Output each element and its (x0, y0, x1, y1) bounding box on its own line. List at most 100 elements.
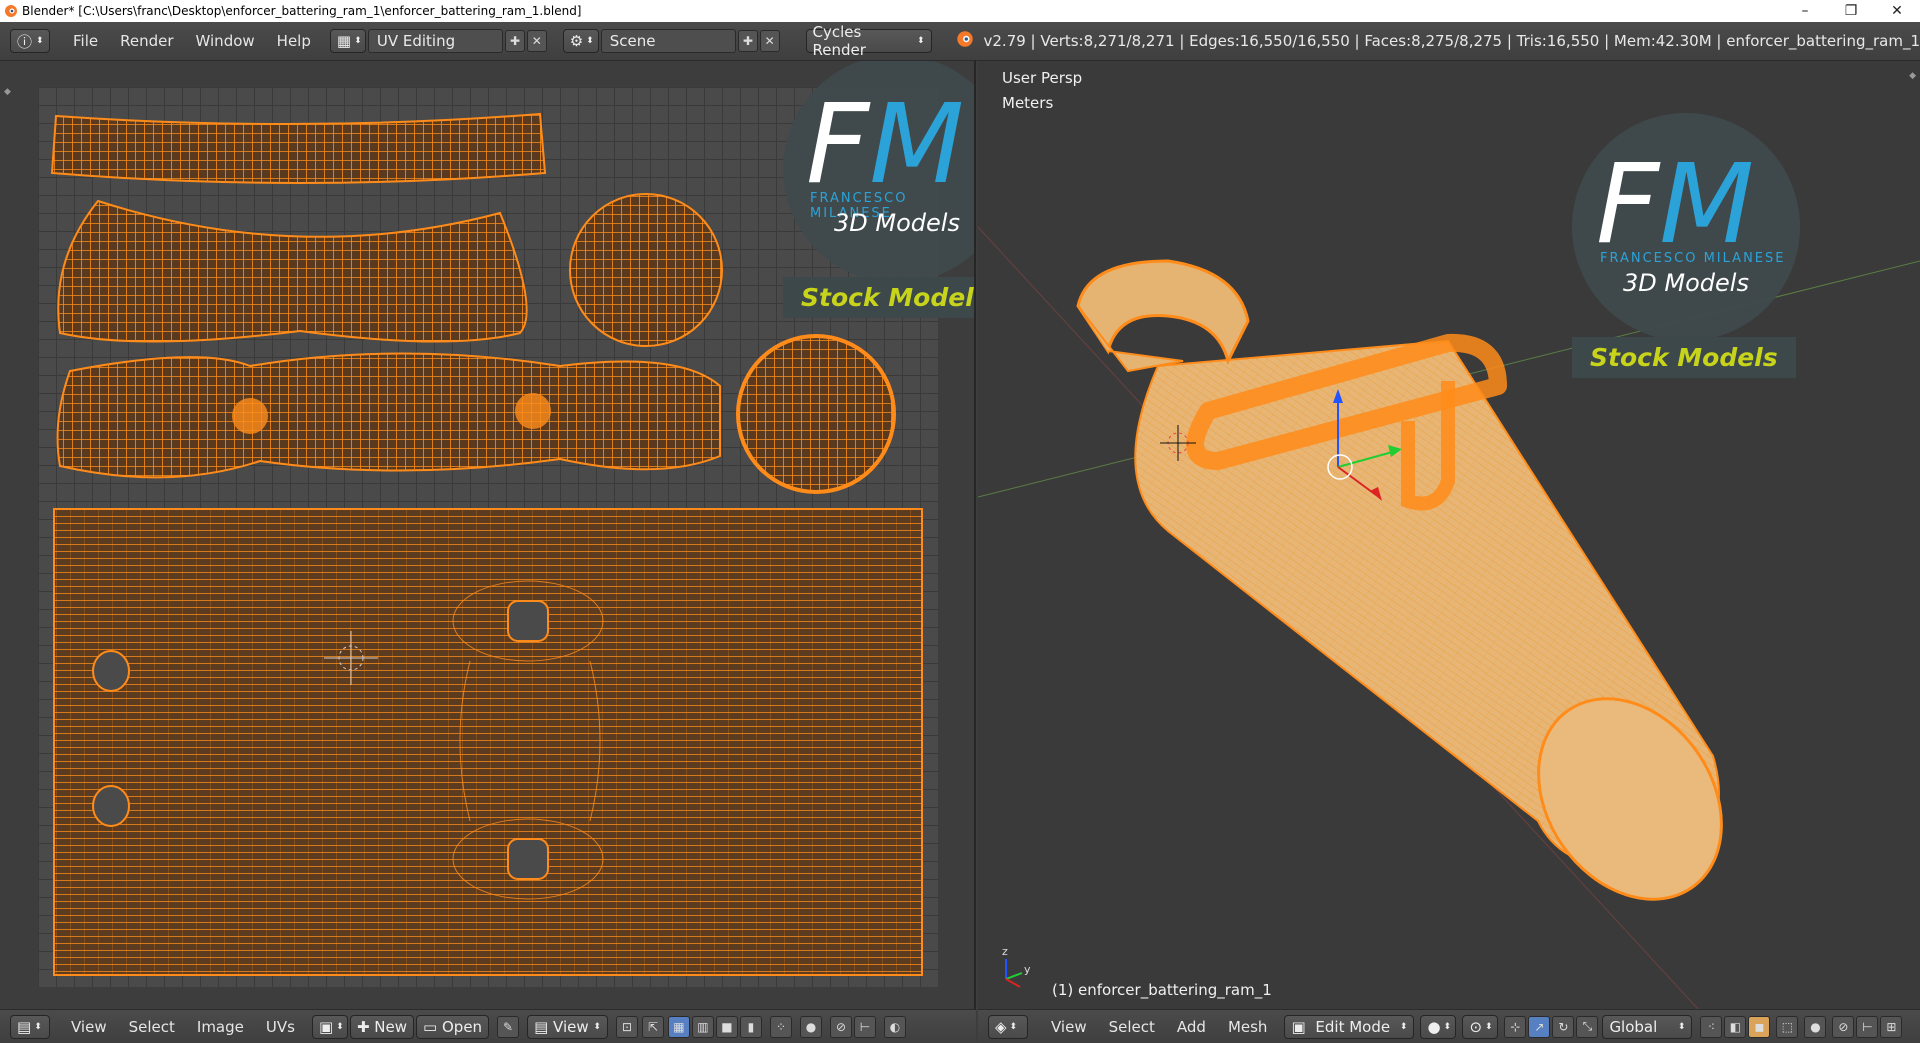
snap-icon[interactable]: ⊘ (829, 1015, 852, 1038)
restore-button[interactable]: ❐ (1828, 3, 1874, 19)
uv-menu-select[interactable]: Select (118, 1018, 186, 1036)
face-select-mode-icon[interactable]: ◼ (1748, 1015, 1771, 1038)
folder-icon: ▭ (423, 1017, 438, 1036)
vp-menu-select[interactable]: Select (1098, 1018, 1166, 1036)
snap-target-icon[interactable]: ⊞ (1880, 1015, 1903, 1038)
uv-menu-image[interactable]: Image (186, 1018, 255, 1036)
image-browse-dropdown[interactable]: ▣ ⬍ (311, 1014, 348, 1039)
uv-menu-uvs[interactable]: UVs (255, 1018, 306, 1036)
pivot-dropdown[interactable]: ⊙ ⬍ (1462, 1014, 1499, 1039)
chevron-updown-icon: ⬍ (1443, 1021, 1452, 1032)
window-title: Blender* [C:\Users\franc\Desktop\enforce… (22, 4, 582, 18)
stock-models-badge: Stock Models (1572, 337, 1796, 378)
fm-logo-subtitle: 3D Models (834, 209, 960, 237)
manipulator-toggle-icon[interactable]: ⊹ (1504, 1015, 1527, 1038)
mode-dropdown[interactable]: ▣ Edit Mode ⬍ (1284, 1014, 1415, 1039)
vp-menu-add[interactable]: Add (1166, 1018, 1217, 1036)
sync-selection-icon[interactable]: ⇱ (641, 1015, 664, 1038)
snap-icon[interactable]: ⊘ (1832, 1015, 1855, 1038)
snap-target-icon[interactable]: ⊢ (853, 1015, 876, 1038)
chevron-updown-icon: ⬍ (34, 1021, 42, 1032)
vertex-select-mode-icon[interactable]: ⁖ (1700, 1015, 1723, 1038)
orientation-dropdown[interactable]: Global ⬍ (1602, 1014, 1693, 1039)
proportional-edit-icon[interactable]: ● (799, 1015, 822, 1038)
screen-layout-selector[interactable]: ▦ ⬍ (329, 29, 366, 53)
mini-axis-indicator: z y (1002, 945, 1031, 988)
scene-field[interactable]: Scene (600, 29, 736, 53)
menu-window[interactable]: Window (185, 32, 266, 50)
remove-scene-icon[interactable]: ✕ (759, 30, 780, 52)
info-icon: ⓘ (17, 32, 33, 51)
pin-icon[interactable]: ✎ (497, 1015, 520, 1038)
uv-island-strip (50, 112, 547, 184)
face-select-icon[interactable]: ■ (715, 1015, 738, 1038)
menu-render[interactable]: Render (109, 32, 184, 50)
pivot-icon[interactable]: ⊡ (615, 1015, 638, 1038)
new-image-label: New (374, 1017, 408, 1036)
layout-grid-icon: ▦ (336, 32, 352, 50)
edge-select-icon[interactable]: ▥ (691, 1015, 714, 1038)
vertex-select-icon[interactable]: ▦ (667, 1015, 690, 1038)
chevron-updown-icon: ⬍ (593, 1021, 601, 1032)
uv-island-cylinder (53, 508, 923, 976)
solid-shading-icon: ● (1427, 1017, 1441, 1036)
plus-icon: ✚ (356, 1017, 370, 1036)
scale-manipulator-icon[interactable]: ⤡ (1576, 1015, 1599, 1038)
channel-icon[interactable]: ◐ (883, 1015, 906, 1038)
close-button[interactable]: ✕ (1874, 3, 1920, 19)
uv-island-handle (56, 352, 721, 479)
image-icon: ▣ (318, 1017, 334, 1036)
chevron-updown-icon: ⬍ (354, 36, 362, 46)
open-image-button[interactable]: ▭ Open (416, 1014, 490, 1039)
fm-logo-letters: FM (806, 80, 965, 208)
snap-element-icon[interactable]: ⊢ (1856, 1015, 1879, 1038)
main-menu: File Render Window Help (62, 32, 322, 50)
fm-logo-subtitle: 3D Models (1623, 269, 1749, 297)
uv-island-cap-1 (569, 193, 723, 347)
edit-mode-icon: ▣ (1291, 1017, 1306, 1036)
rotate-manipulator-icon[interactable]: ↻ (1552, 1015, 1575, 1038)
uv-image-editor[interactable]: ◆ FM FRANCESCO MILANESE 3D Models Stock … (0, 61, 976, 1009)
add-scene-icon[interactable]: ✚ (738, 30, 758, 52)
view-mode-label: View (553, 1017, 589, 1036)
active-object-label: (1) enforcer_battering_ram_1 (1052, 981, 1272, 999)
uv-editor-header: ▤ ⬍ View Select Image UVs ▣ ⬍ ✚ New ▭ Open… (0, 1009, 976, 1043)
edge-select-mode-icon[interactable]: ◧ (1724, 1015, 1747, 1038)
menu-help[interactable]: Help (266, 32, 322, 50)
pivot-icon: ⊙ (1469, 1017, 1483, 1036)
translate-manipulator-icon[interactable]: ↗ (1528, 1015, 1551, 1038)
chevron-updown-icon: ⬍ (36, 36, 44, 46)
uv-menu-view[interactable]: View (60, 1018, 118, 1036)
image-editor-icon: ▤ (17, 1017, 32, 1036)
chevron-updown-icon: ⬍ (336, 1021, 344, 1032)
screen-layout-field[interactable]: UV Editing (367, 29, 504, 53)
shading-dropdown[interactable]: ● ⬍ (1420, 1014, 1457, 1039)
fm-logo-letters: FM (1596, 140, 1755, 268)
island-select-icon[interactable]: ▮ (739, 1015, 762, 1038)
add-screen-icon[interactable]: ✚ (505, 30, 525, 52)
sticky-selection-icon[interactable]: ⁘ (769, 1015, 792, 1038)
remove-screen-icon[interactable]: ✕ (526, 30, 547, 52)
render-engine-dropdown[interactable]: Cycles Render ⬍ (805, 23, 932, 59)
info-header: ⓘ ⬍ File Render Window Help ▦ ⬍ UV Editing… (0, 22, 1920, 61)
editor-type-dropdown[interactable]: ◈ ⬍ (988, 1014, 1028, 1039)
uv-island-cap-2 (736, 334, 896, 494)
svg-text:z: z (1002, 945, 1008, 958)
new-image-button[interactable]: ✚ New (349, 1014, 415, 1039)
editor-type-info-dropdown[interactable]: ⓘ ⬍ (10, 29, 50, 53)
uv-island-body (57, 199, 528, 343)
stock-models-badge: Stock Models (783, 277, 974, 318)
vp-menu-mesh[interactable]: Mesh (1217, 1018, 1279, 1036)
vp-menu-view[interactable]: View (1040, 1018, 1098, 1036)
3d-viewport[interactable]: User Persp Meters ◆ z y FM FRANCESCO MIL… (978, 61, 1920, 1009)
ram-top-handle (1076, 259, 1250, 366)
scene-icon: ⚙ (569, 32, 584, 50)
limit-selection-icon[interactable]: ⬚ (1776, 1015, 1799, 1038)
scene-selector[interactable]: ⚙ ⬍ (562, 29, 599, 53)
proportional-edit-icon[interactable]: ● (1804, 1015, 1827, 1038)
menu-file[interactable]: File (62, 32, 109, 50)
editor-type-dropdown[interactable]: ▤ ⬍ (10, 1014, 50, 1039)
minimize-button[interactable]: – (1782, 3, 1828, 19)
view-mode-dropdown[interactable]: ▤ View ⬍ (527, 1014, 608, 1039)
window-titlebar: Blender* [C:\Users\franc\Desktop\enforce… (0, 0, 1920, 22)
